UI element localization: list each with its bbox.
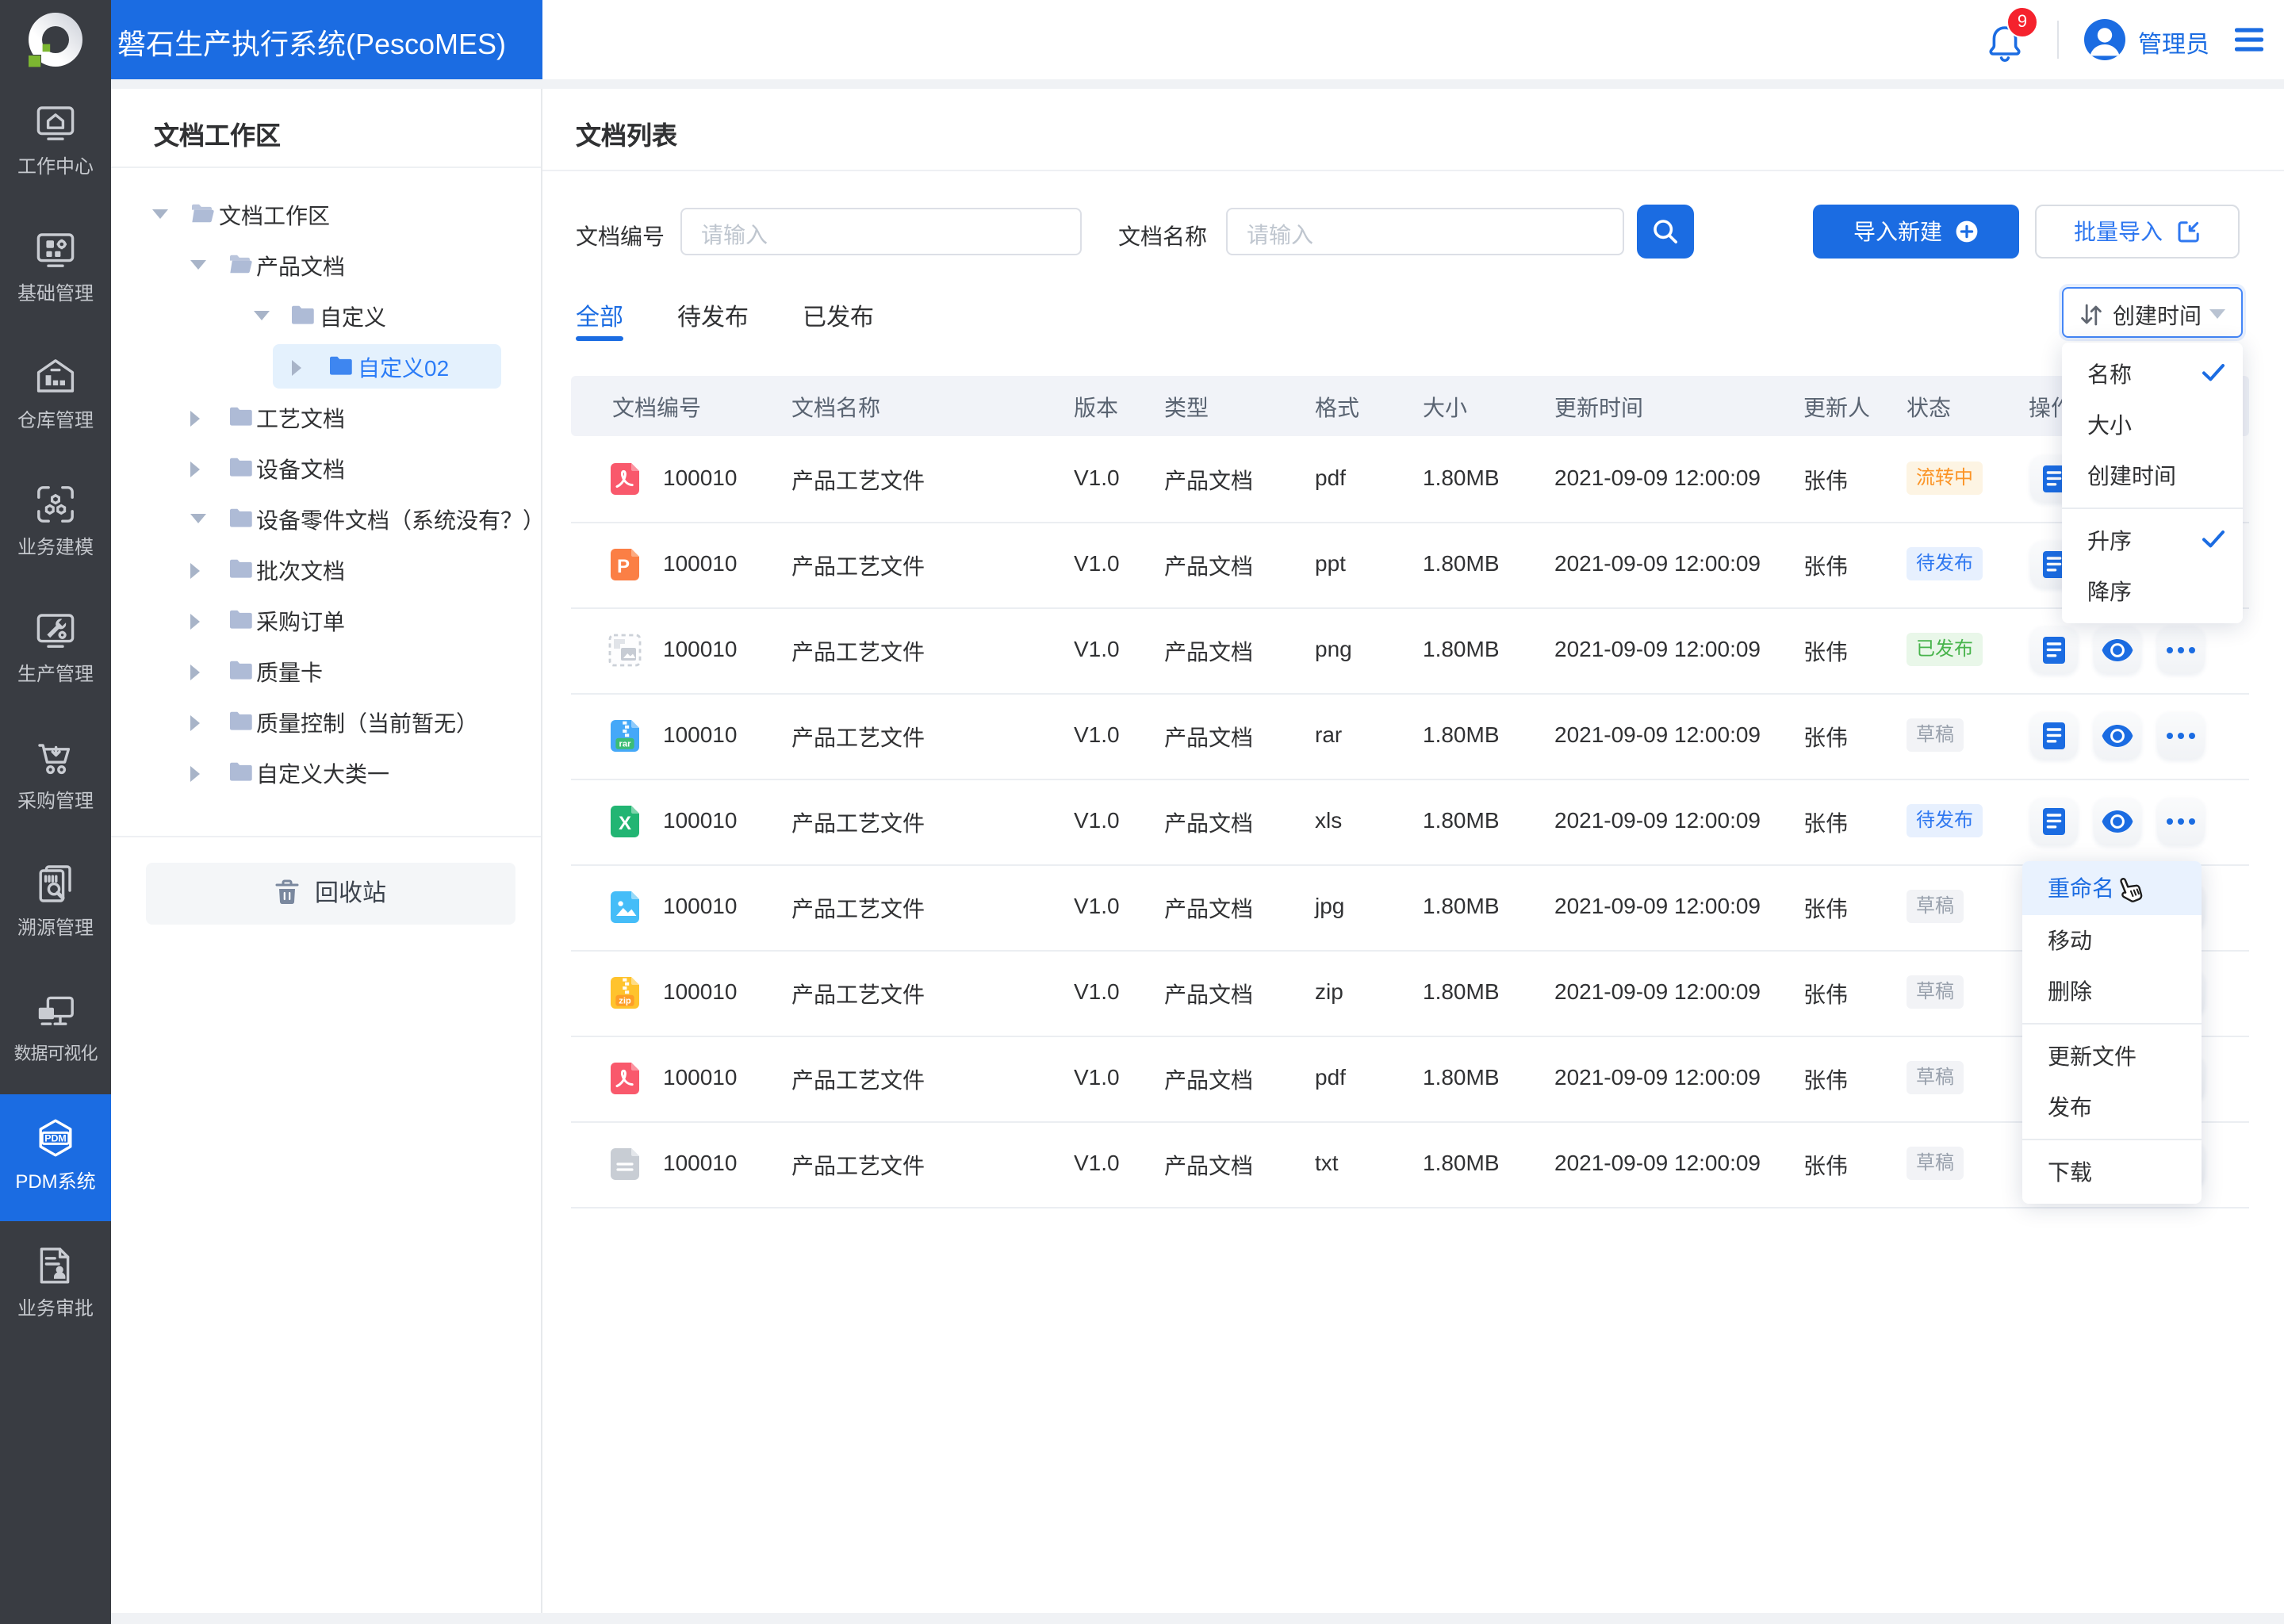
svg-text:P: P — [617, 556, 630, 577]
svg-text:zip: zip — [619, 997, 631, 1006]
svg-text:X: X — [619, 813, 631, 834]
svg-text:PDM: PDM — [44, 1133, 67, 1144]
svg-text:rar: rar — [619, 740, 632, 749]
